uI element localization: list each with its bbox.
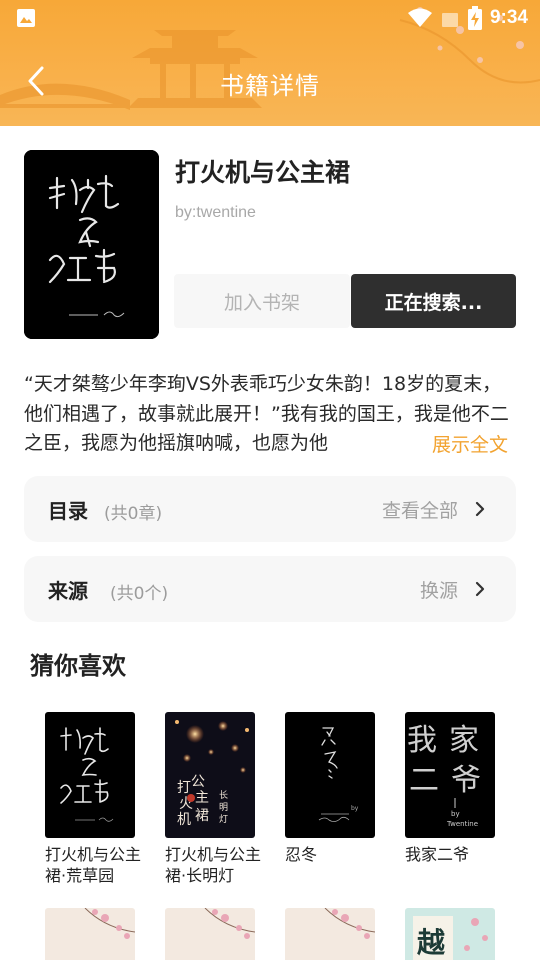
notification-icon (441, 13, 458, 27)
app-header: 9:34 书籍详情 (0, 0, 540, 126)
svg-text:长: 长 (219, 789, 228, 801)
recommend-cover: 我家 二爷 by Twentine (405, 712, 495, 838)
recommend-name: 忍冬 (285, 845, 318, 864)
svg-text:裙: 裙 (195, 808, 209, 824)
recommend-cover: by (285, 712, 375, 838)
recommend-cover-partial[interactable]: 越 (405, 908, 495, 960)
svg-text:by: by (351, 805, 359, 812)
view-all-link[interactable]: 查看全部 (382, 496, 458, 523)
svg-text:家: 家 (449, 723, 479, 758)
svg-text:Twentine: Twentine (446, 820, 478, 828)
image-icon (17, 9, 35, 27)
intro-fade (395, 430, 433, 460)
recommend-item[interactable]: by 忍冬 (285, 712, 393, 865)
recommend-name: 我家二爷 (405, 845, 470, 864)
svg-text:越: 越 (417, 926, 446, 959)
recommend-cover-partial[interactable] (45, 908, 135, 960)
recommend-title: 猜你喜欢 (30, 652, 126, 680)
svg-text:灯: 灯 (219, 814, 228, 825)
svg-text:明: 明 (219, 802, 228, 813)
svg-text:我: 我 (407, 723, 437, 758)
recommend-cover (45, 712, 135, 838)
svg-text:by: by (451, 810, 460, 818)
status-time: 9:34 (489, 7, 528, 28)
book-author: by:twentine (175, 204, 256, 221)
svg-text:爷: 爷 (451, 763, 481, 798)
svg-text:主: 主 (195, 790, 209, 806)
source-label: 来源 (48, 579, 88, 603)
cover-artwork (24, 150, 159, 339)
recommend-name: 打火机与公主裙·荒草园 (45, 845, 142, 885)
recommend-cover-partial[interactable] (285, 908, 375, 960)
catalog-label: 目录 (48, 499, 88, 523)
source-count: (共0个) (110, 584, 169, 604)
recommend-item[interactable]: 我家 二爷 by Twentine 我家二爷 (405, 712, 513, 865)
wifi-icon (407, 8, 432, 27)
change-source-link[interactable]: 换源 (420, 576, 458, 603)
chevron-right-icon (475, 501, 485, 517)
recommend-name: 打火机与公主裙·长明灯 (165, 845, 262, 885)
catalog-card[interactable]: 目录 (共0章) 查看全部 (24, 476, 516, 542)
svg-text:机: 机 (177, 812, 191, 828)
chevron-right-icon (475, 581, 485, 597)
battery-icon (467, 6, 482, 30)
book-title: 打火机与公主裙 (175, 158, 351, 187)
svg-text:二: 二 (409, 763, 439, 798)
recommend-cover: 打公 火主 机裙 长明灯 (165, 712, 255, 838)
source-card[interactable]: 来源 (共0个) 换源 (24, 556, 516, 622)
status-bar: 9:34 (0, 0, 540, 36)
svg-text:公: 公 (191, 774, 205, 790)
add-to-shelf-button[interactable]: 加入书架 (174, 274, 350, 328)
searching-button[interactable]: 正在搜索... (351, 274, 516, 328)
recommend-cover-partial[interactable] (165, 908, 255, 960)
show-all-link[interactable]: 展示全文 (432, 431, 509, 461)
recommend-item[interactable]: 打火机与公主裙·荒草园 (45, 712, 153, 886)
book-cover (24, 150, 159, 339)
svg-text:打: 打 (177, 779, 191, 796)
recommend-item[interactable]: 打公 火主 机裙 长明灯 打火机与公主裙·长明灯 (165, 712, 273, 886)
catalog-count: (共0章) (104, 504, 163, 524)
page-title: 书籍详情 (220, 72, 320, 100)
